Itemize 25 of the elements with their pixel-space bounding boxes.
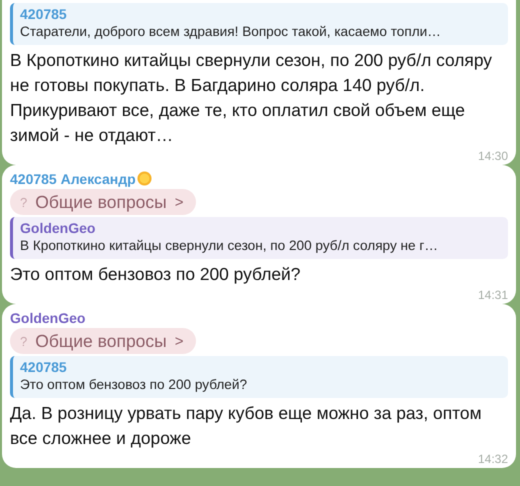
message-text: В Кропоткино китайцы свернули сезон, по 200 руб/л соляру не готовы покупать. В Багдарино соляра 140 руб/л. Прикуривают все, даже те, кто оплатил свой объем еще зимой - не отдают… <box>10 49 493 147</box>
message-time: 14:32 <box>478 452 508 466</box>
reply-quote[interactable]: GoldenGeo В Кропоткино китайцы свернули сезон, по 200 руб/л соляру не г… <box>10 217 508 259</box>
message-time: 14:30 <box>478 149 508 163</box>
chevron-icon: > <box>174 194 184 210</box>
topic-chip[interactable]: ? Общие вопросы > <box>10 328 196 354</box>
message-text: Это оптом бензовоз по 200 рублей? <box>10 263 302 286</box>
question-mark-icon: ? <box>20 334 28 348</box>
message-text: Да. В розницу урвать пару кубов еще можно за раз, оптом все сложнее и дороже <box>10 402 483 450</box>
question-mark-icon: ? <box>20 194 28 210</box>
reply-quote[interactable]: 420785 Старатели, доброго всем здравия! Вопрос такой, касаемо топли… <box>10 3 508 45</box>
topic-label: Общие вопросы <box>35 192 167 212</box>
reply-text: Это оптом бензовоз по 200 рублей? <box>20 376 248 394</box>
reply-quote[interactable]: 420785 Это оптом бензовоз по 200 рублей? <box>10 356 508 398</box>
chevron-icon: > <box>174 332 184 350</box>
sender-name[interactable]: 420785 Александр <box>10 170 136 186</box>
topic-label: Общие вопросы <box>35 330 167 352</box>
message-time: 14:31 <box>478 288 508 302</box>
reply-text: Старатели, доброго всем здравия! Вопрос такой, касаемо топли… <box>20 23 442 41</box>
reply-author: GoldenGeo <box>20 220 96 237</box>
sender-name[interactable]: GoldenGeo <box>10 310 86 326</box>
reply-author: 420785 <box>20 6 68 23</box>
reply-author: 420785 <box>20 359 68 376</box>
reply-text: В Кропоткино китайцы свернули сезон, по 200 руб/л соляру не г… <box>20 237 439 255</box>
topic-chip[interactable]: ? Общие вопросы > <box>10 189 196 215</box>
